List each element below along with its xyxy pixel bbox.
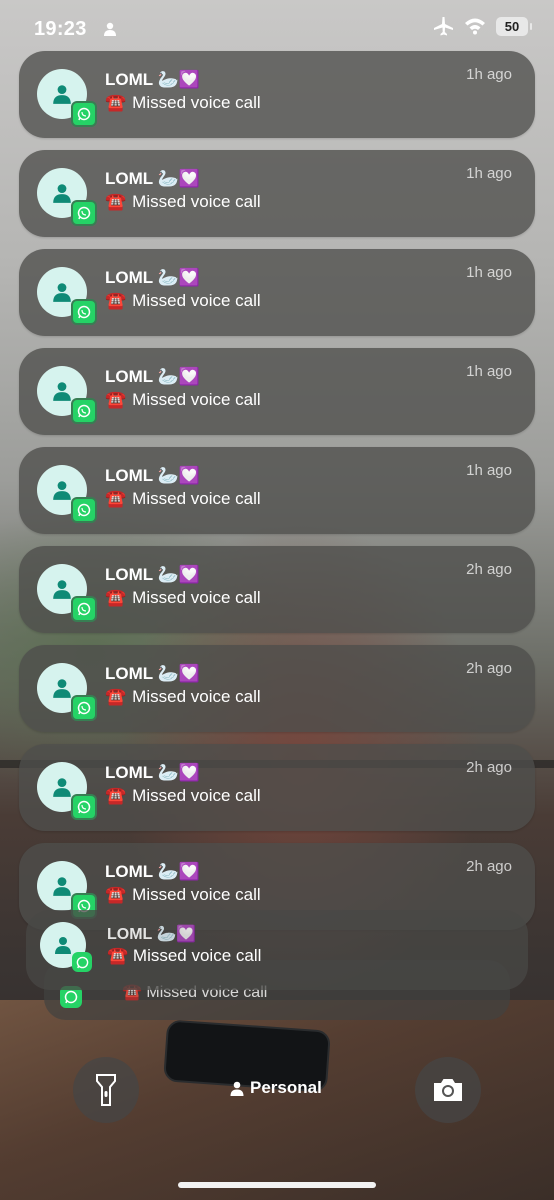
- person-icon: [53, 877, 71, 896]
- telephone-icon: ☎️: [105, 588, 127, 607]
- telephone-icon: ☎️: [105, 786, 127, 805]
- person-icon: [53, 283, 71, 302]
- telephone-icon: ☎️: [105, 93, 127, 112]
- notification-body: ☎️ Missed voice call: [105, 885, 261, 904]
- focus-label: Personal: [250, 1078, 322, 1097]
- whatsapp-icon: [71, 398, 97, 424]
- notification-card[interactable]: LOML 🦢💟 ☎️ Missed voice call 1h ago: [19, 249, 535, 336]
- notification-body: ☎️ Missed voice call: [105, 786, 261, 805]
- notification-card[interactable]: LOML 🦢💟 ☎️ Missed voice call 2h ago: [19, 645, 535, 732]
- whatsapp-icon: [71, 299, 97, 325]
- notification-card[interactable]: LOML 🦢💟 ☎️ Missed voice call 1h ago: [19, 348, 535, 435]
- whatsapp-icon: [71, 596, 97, 622]
- flashlight-button[interactable]: [73, 1057, 139, 1123]
- clock: 19:23: [34, 18, 87, 40]
- notification-body: ☎️ Missed voice call: [105, 192, 261, 211]
- whatsapp-icon: [71, 695, 97, 721]
- notification-body: ☎️ Missed voice call: [105, 390, 261, 409]
- notification-title: LOML 🦢💟: [105, 268, 200, 287]
- whatsapp-icon: [72, 952, 92, 972]
- notification-body: ☎️ Missed voice call: [105, 291, 261, 310]
- person-icon: [53, 679, 71, 698]
- person-icon: [53, 481, 71, 500]
- status-icons: 50: [432, 16, 532, 36]
- person-icon: [55, 937, 71, 954]
- person-icon: [53, 778, 71, 797]
- notification-time: 1h ago: [466, 165, 512, 182]
- notification-time: 2h ago: [466, 759, 512, 776]
- notification-body: ☎️ Missed voice call: [105, 687, 261, 706]
- battery-indicator: 50: [496, 16, 532, 36]
- airplane-icon: [434, 17, 453, 36]
- notification-time: 1h ago: [466, 66, 512, 83]
- person-icon: [53, 382, 71, 401]
- notification-title: LOML 🦢💟: [105, 169, 200, 188]
- stacked-title: LOML 🦢💟: [107, 926, 197, 943]
- notification-title: LOML 🦢💟: [105, 565, 200, 584]
- notification-time: 1h ago: [466, 264, 512, 281]
- telephone-icon: ☎️: [105, 390, 127, 409]
- whatsapp-icon: [71, 200, 97, 226]
- notification-card[interactable]: LOML 🦢💟 ☎️ Missed voice call 1h ago: [19, 51, 535, 138]
- home-indicator[interactable]: [178, 1182, 376, 1188]
- notification-time: 2h ago: [466, 858, 512, 875]
- telephone-icon: ☎️: [105, 291, 127, 310]
- camera-icon: [434, 1079, 462, 1101]
- notification-body: ☎️ Missed voice call: [105, 93, 261, 112]
- notification-card[interactable]: LOML 🦢💟 ☎️ Missed voice call 1h ago: [19, 447, 535, 534]
- camera-button[interactable]: [415, 1057, 481, 1123]
- wifi-icon: [465, 18, 485, 35]
- stacked-body: ☎️ Missed voice call: [107, 946, 262, 965]
- notification-title: LOML 🦢💟: [105, 862, 200, 881]
- flashlight-icon: [96, 1074, 116, 1106]
- notification-title: LOML 🦢💟: [105, 763, 200, 782]
- person-icon: [104, 22, 116, 36]
- notification-card[interactable]: LOML 🦢💟 ☎️ Missed voice call 1h ago: [19, 150, 535, 237]
- person-icon: [53, 580, 71, 599]
- notification-card[interactable]: LOML 🦢💟 ☎️ Missed voice call 2h ago: [19, 546, 535, 633]
- notification-body: ☎️ Missed voice call: [105, 489, 261, 508]
- focus-mode[interactable]: Personal: [230, 1078, 322, 1098]
- notification-body: ☎️ Missed voice call: [105, 588, 261, 607]
- person-icon: [53, 184, 71, 203]
- telephone-icon: ☎️: [105, 192, 127, 211]
- notification-title: LOML 🦢💟: [105, 367, 200, 386]
- whatsapp-icon: [71, 794, 97, 820]
- telephone-icon: ☎️: [107, 946, 129, 965]
- notification-time: 2h ago: [466, 660, 512, 677]
- telephone-icon: ☎️: [105, 687, 127, 706]
- telephone-icon: ☎️: [105, 489, 127, 508]
- stacked-notification-front[interactable]: LOML 🦢💟 ☎️ Missed voice call: [26, 910, 528, 990]
- notification-time: 2h ago: [466, 561, 512, 578]
- whatsapp-icon: [71, 497, 97, 523]
- notification-card[interactable]: LOML 🦢💟 ☎️ Missed voice call 2h ago: [19, 744, 535, 831]
- notification-title: LOML 🦢💟: [105, 466, 200, 485]
- notification-title: LOML 🦢💟: [105, 664, 200, 683]
- status-bar: 19:23 50: [0, 0, 554, 58]
- person-icon: [230, 1081, 244, 1096]
- telephone-icon: ☎️: [105, 885, 127, 904]
- notification-time: 1h ago: [466, 462, 512, 479]
- whatsapp-icon: [71, 101, 97, 127]
- notification-time: 1h ago: [466, 363, 512, 380]
- person-icon: [53, 85, 71, 104]
- notification-title: LOML 🦢💟: [105, 70, 200, 89]
